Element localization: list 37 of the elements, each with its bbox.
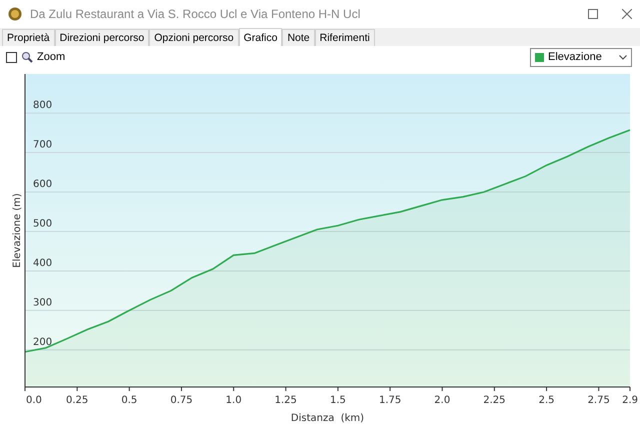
y-tick-label: 400 [33, 258, 52, 269]
x-tick-label: 0.25 [66, 395, 88, 406]
y-axis-title: Elevazione (m) [12, 193, 23, 268]
magnifier-icon [21, 51, 33, 63]
zoom-checkbox[interactable] [6, 52, 17, 62]
x-tick-label: 2.9 [622, 395, 638, 406]
x-tick-label: 2.25 [483, 395, 506, 406]
tab[interactable]: Proprietà [2, 29, 55, 46]
x-tick-label: 0.75 [170, 395, 193, 406]
tab[interactable]: Direzioni percorso [54, 29, 150, 46]
x-tick-label: 0.5 [121, 395, 138, 406]
caret-icon [619, 54, 627, 60]
y-tick-label: 700 [33, 140, 52, 151]
tab[interactable]: Grafico [238, 28, 282, 46]
window-title: Da Zulu Restaurant a Via S. Rocco Ucl e Via Fonteno H-N Ucl [30, 6, 362, 23]
maximize-icon[interactable] [588, 9, 598, 19]
x-tick-label: 0.0 [26, 395, 42, 406]
close-icon[interactable] [622, 9, 632, 19]
x-tick-label: 1.75 [378, 395, 402, 406]
tab[interactable]: Note [282, 29, 315, 46]
y-tick-label: 300 [33, 297, 52, 308]
y-tick-label: 800 [33, 100, 52, 112]
tab[interactable]: Riferimenti [314, 29, 375, 46]
x-tick-label: 2.0 [434, 395, 450, 406]
x-axis-title: Distanza (km) [290, 413, 364, 424]
series-dropdown[interactable]: Elevazione [530, 48, 632, 66]
zoom-label: Zoom [37, 50, 66, 65]
x-tick-label: 1.0 [226, 395, 242, 406]
y-tick-label: 200 [33, 336, 52, 348]
y-tick-label: 500 [33, 218, 52, 230]
x-tick-label: 1.5 [330, 395, 346, 406]
app-logo-icon [8, 7, 22, 21]
y-tick-label: 600 [33, 179, 52, 190]
x-tick-label: 2.75 [588, 395, 610, 406]
x-tick-label: 1.25 [274, 395, 297, 406]
tab[interactable]: Opzioni percorso [149, 29, 239, 46]
x-tick-label: 2.5 [538, 395, 554, 406]
